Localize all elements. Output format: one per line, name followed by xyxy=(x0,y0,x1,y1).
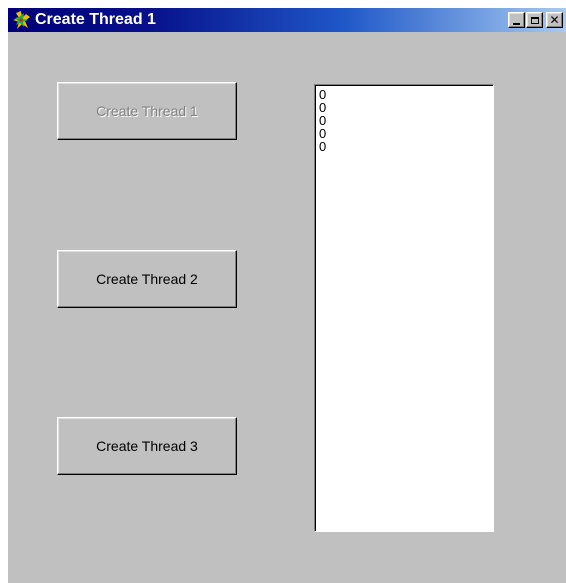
create-thread-3-button[interactable]: Create Thread 3 xyxy=(57,417,237,475)
list-item[interactable]: 0 xyxy=(319,101,493,114)
title-bar[interactable]: Create Thread 1 ✕ xyxy=(8,8,566,32)
thread-app-icon[interactable] xyxy=(13,11,31,29)
maximize-icon xyxy=(530,16,539,24)
list-item[interactable]: 0 xyxy=(319,127,493,140)
minimize-icon xyxy=(513,22,520,25)
list-item[interactable]: 0 xyxy=(319,88,493,101)
app-window: Create Thread 1 ✕ Create Thread 1 Create… xyxy=(8,8,566,583)
close-button[interactable]: ✕ xyxy=(546,12,563,28)
list-item[interactable]: 0 xyxy=(319,114,493,127)
list-item[interactable]: 0 xyxy=(319,140,493,153)
maximize-button[interactable] xyxy=(526,12,543,28)
create-thread-1-button[interactable]: Create Thread 1 xyxy=(57,82,237,140)
close-icon: ✕ xyxy=(549,13,560,27)
window-title: Create Thread 1 xyxy=(35,11,156,28)
output-listbox[interactable]: 00000 xyxy=(314,84,494,532)
minimize-button[interactable] xyxy=(508,12,525,28)
create-thread-2-button[interactable]: Create Thread 2 xyxy=(57,250,237,308)
